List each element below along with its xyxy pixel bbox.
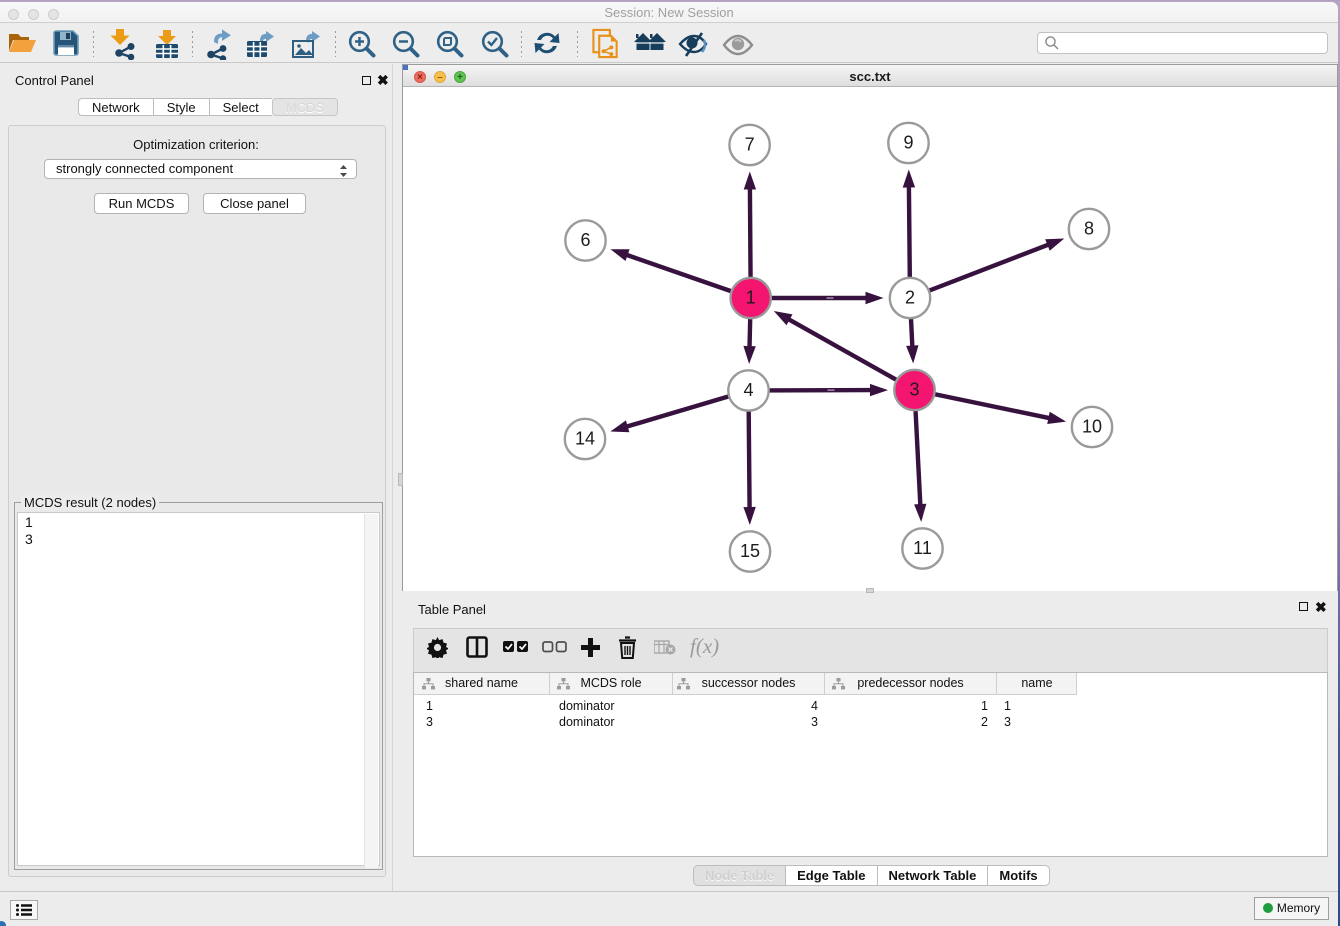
svg-text:2: 2 [905,287,915,307]
svg-text:7: 7 [745,134,755,154]
svg-text:10: 10 [1082,416,1102,436]
svg-text:8: 8 [1084,218,1094,238]
svg-text:11: 11 [913,538,932,558]
svg-text:3: 3 [909,379,919,399]
svg-text:1: 1 [746,287,756,307]
svg-text:14: 14 [575,428,595,448]
svg-text:15: 15 [740,541,760,561]
svg-text:4: 4 [743,380,753,400]
svg-text:6: 6 [580,230,590,250]
svg-text:9: 9 [903,132,913,152]
